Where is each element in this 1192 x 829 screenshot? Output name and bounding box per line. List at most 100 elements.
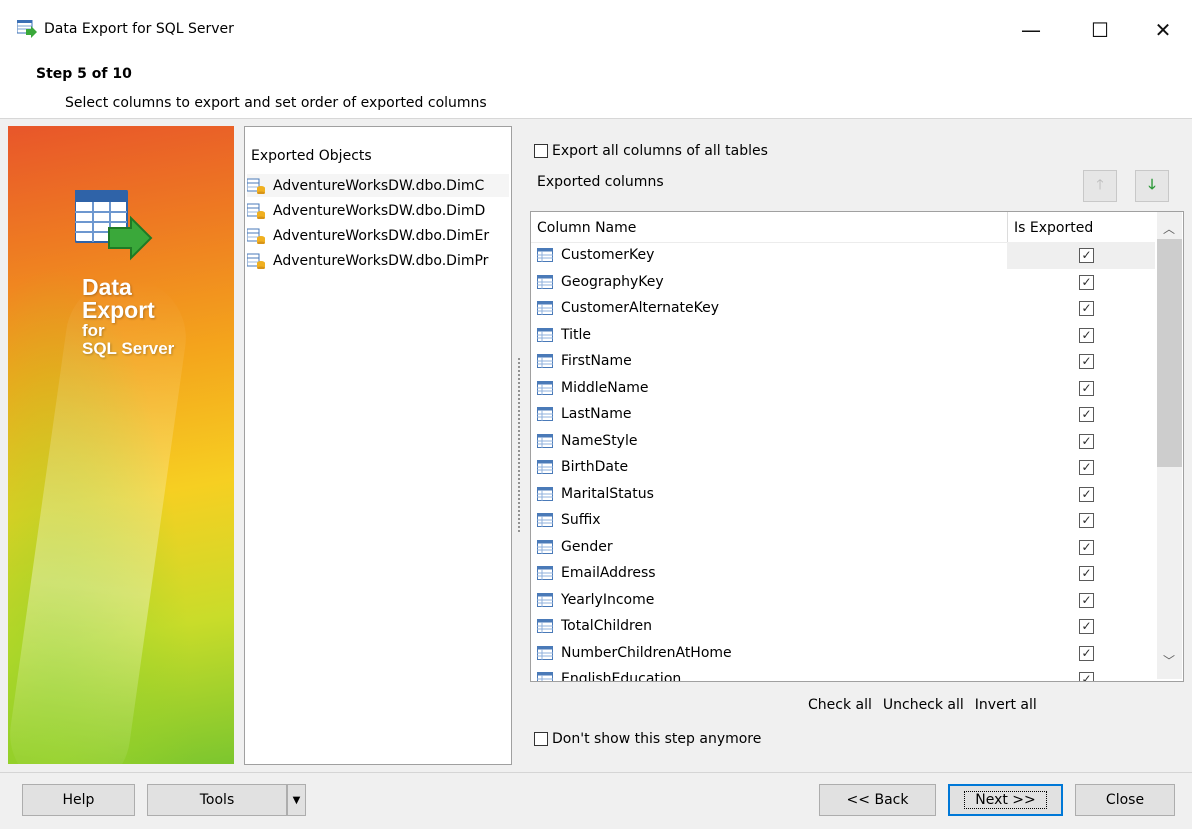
table-row[interactable]: NumberChildrenAtHome ✓ [531, 640, 1155, 667]
is-exported-checkbox[interactable]: ✓ [1079, 539, 1094, 555]
window-title: Data Export for SQL Server [44, 21, 234, 37]
scrollbar-thumb[interactable] [1157, 239, 1182, 467]
tools-button[interactable]: Tools [147, 784, 287, 816]
grid-header: Column Name Is Exported [531, 212, 1155, 243]
is-exported-checkbox[interactable]: ✓ [1079, 486, 1094, 502]
next-button-label: Next >> [964, 791, 1047, 809]
scroll-down-icon[interactable]: ﹀ [1163, 652, 1175, 669]
column-icon [537, 327, 553, 342]
columns-grid[interactable]: Column Name Is Exported CustomerKey ✓ Geog… [530, 211, 1184, 682]
object-item[interactable]: AdventureWorksDW.dbo.DimPr [247, 249, 509, 272]
is-exported-cell: ✓ [1007, 269, 1155, 296]
maximize-button[interactable]: ☐ [1077, 10, 1123, 50]
table-row[interactable]: MaritalStatus ✓ [531, 481, 1155, 508]
table-row[interactable]: LastName ✓ [531, 401, 1155, 428]
back-button[interactable]: << Back [819, 784, 936, 816]
bottom-divider [0, 772, 1192, 773]
table-row[interactable]: TotalChildren ✓ [531, 613, 1155, 640]
table-row[interactable]: CustomerAlternateKey ✓ [531, 295, 1155, 322]
table-row[interactable]: CustomerKey ✓ [531, 242, 1155, 269]
table-row[interactable]: MiddleName ✓ [531, 375, 1155, 402]
column-name: GeographyKey [561, 273, 664, 290]
step-description: Select columns to export and set order o… [65, 95, 487, 111]
exported-columns-label: Exported columns [537, 174, 664, 190]
table-row[interactable]: EnglishEducation ✓ [531, 666, 1155, 681]
app-icon [17, 20, 37, 38]
is-exported-cell: ✓ [1007, 560, 1155, 587]
vertical-scrollbar[interactable]: ︿ ﹀ [1157, 212, 1182, 679]
object-item[interactable]: AdventureWorksDW.dbo.DimC [247, 174, 509, 197]
is-exported-cell: ✓ [1007, 666, 1155, 681]
tools-dropdown-arrow-icon[interactable]: ▼ [287, 784, 306, 816]
is-exported-checkbox[interactable]: ✓ [1079, 619, 1094, 634]
is-exported-cell: ✓ [1007, 613, 1155, 640]
check-all-link[interactable]: Check all [808, 697, 872, 713]
is-exported-checkbox[interactable]: ✓ [1079, 513, 1094, 528]
is-exported-checkbox[interactable]: ✓ [1079, 566, 1094, 581]
table-row[interactable]: BirthDate ✓ [531, 454, 1155, 481]
is-exported-cell: ✓ [1007, 507, 1155, 534]
checkbox-box[interactable] [534, 732, 548, 746]
is-exported-checkbox[interactable]: ✓ [1079, 592, 1094, 608]
object-item-label: AdventureWorksDW.dbo.DimC [273, 177, 485, 194]
object-item[interactable]: AdventureWorksDW.dbo.DimD [247, 199, 509, 222]
column-name: Gender [561, 538, 613, 555]
table-db-icon [247, 228, 265, 244]
object-item[interactable]: AdventureWorksDW.dbo.DimEr [247, 224, 509, 247]
exported-objects-list[interactable]: Exported Objects AdventureWorksDW.dbo.Di… [244, 126, 512, 765]
is-exported-checkbox[interactable]: ✓ [1079, 672, 1094, 681]
is-exported-checkbox[interactable]: ✓ [1079, 645, 1094, 661]
column-icon [537, 539, 553, 554]
is-exported-checkbox[interactable]: ✓ [1079, 407, 1094, 422]
export-all-label: Export all columns of all tables [552, 143, 768, 159]
banner-line-2: Export [82, 297, 155, 323]
column-name-header[interactable]: Column Name [537, 220, 636, 236]
is-exported-checkbox[interactable]: ✓ [1079, 274, 1094, 290]
table-row[interactable]: FirstName ✓ [531, 348, 1155, 375]
table-row[interactable]: NameStyle ✓ [531, 428, 1155, 455]
is-exported-cell: ✓ [1007, 242, 1155, 269]
is-exported-checkbox[interactable]: ✓ [1079, 248, 1094, 263]
is-exported-checkbox[interactable]: ✓ [1079, 354, 1094, 369]
dont-show-checkbox[interactable]: Don't show this step anymore [534, 731, 761, 747]
check-links: Check all Uncheck all Invert all [808, 697, 1037, 713]
is-exported-checkbox[interactable]: ✓ [1079, 327, 1094, 343]
table-row[interactable]: Gender ✓ [531, 534, 1155, 561]
column-icon [537, 513, 553, 527]
table-row[interactable]: Title ✓ [531, 322, 1155, 349]
arrow-down-icon: 🡓 [1148, 177, 1156, 193]
is-exported-cell: ✓ [1007, 322, 1155, 349]
is-exported-cell: ✓ [1007, 454, 1155, 481]
uncheck-all-link[interactable]: Uncheck all [883, 697, 964, 713]
minimize-button[interactable]: — [1008, 10, 1054, 50]
checkbox-box[interactable] [534, 144, 548, 158]
table-row[interactable]: YearlyIncome ✓ [531, 587, 1155, 614]
is-exported-checkbox[interactable]: ✓ [1079, 380, 1094, 396]
close-button[interactable]: Close [1075, 784, 1175, 816]
move-up-button[interactable]: 🡑 [1083, 170, 1117, 202]
is-exported-checkbox[interactable]: ✓ [1079, 433, 1094, 449]
column-name: YearlyIncome [561, 591, 655, 608]
close-window-button[interactable]: ✕ [1140, 10, 1186, 50]
is-exported-cell: ✓ [1007, 375, 1155, 402]
is-exported-checkbox[interactable]: ✓ [1079, 301, 1094, 316]
column-icon [537, 645, 553, 660]
table-row[interactable]: Suffix ✓ [531, 507, 1155, 534]
is-exported-header[interactable]: Is Exported [1007, 212, 1155, 242]
column-name: MaritalStatus [561, 485, 654, 502]
column-icon [537, 460, 553, 474]
help-button[interactable]: Help [22, 784, 135, 816]
is-exported-checkbox[interactable]: ✓ [1079, 460, 1094, 475]
invert-all-link[interactable]: Invert all [975, 697, 1037, 713]
export-all-checkbox[interactable]: Export all columns of all tables [534, 143, 768, 159]
column-name: NumberChildrenAtHome [561, 644, 732, 661]
is-exported-cell: ✓ [1007, 534, 1155, 561]
next-button[interactable]: Next >> [948, 784, 1063, 816]
move-down-button[interactable]: 🡓 [1135, 170, 1169, 202]
table-row[interactable]: EmailAddress ✓ [531, 560, 1155, 587]
panel-splitter[interactable] [517, 357, 521, 532]
scroll-up-icon[interactable]: ︿ [1163, 220, 1175, 237]
table-row[interactable]: GeographyKey ✓ [531, 269, 1155, 296]
object-item-label: AdventureWorksDW.dbo.DimEr [273, 227, 490, 244]
banner-title: Data Export for SQL Server [82, 276, 174, 358]
